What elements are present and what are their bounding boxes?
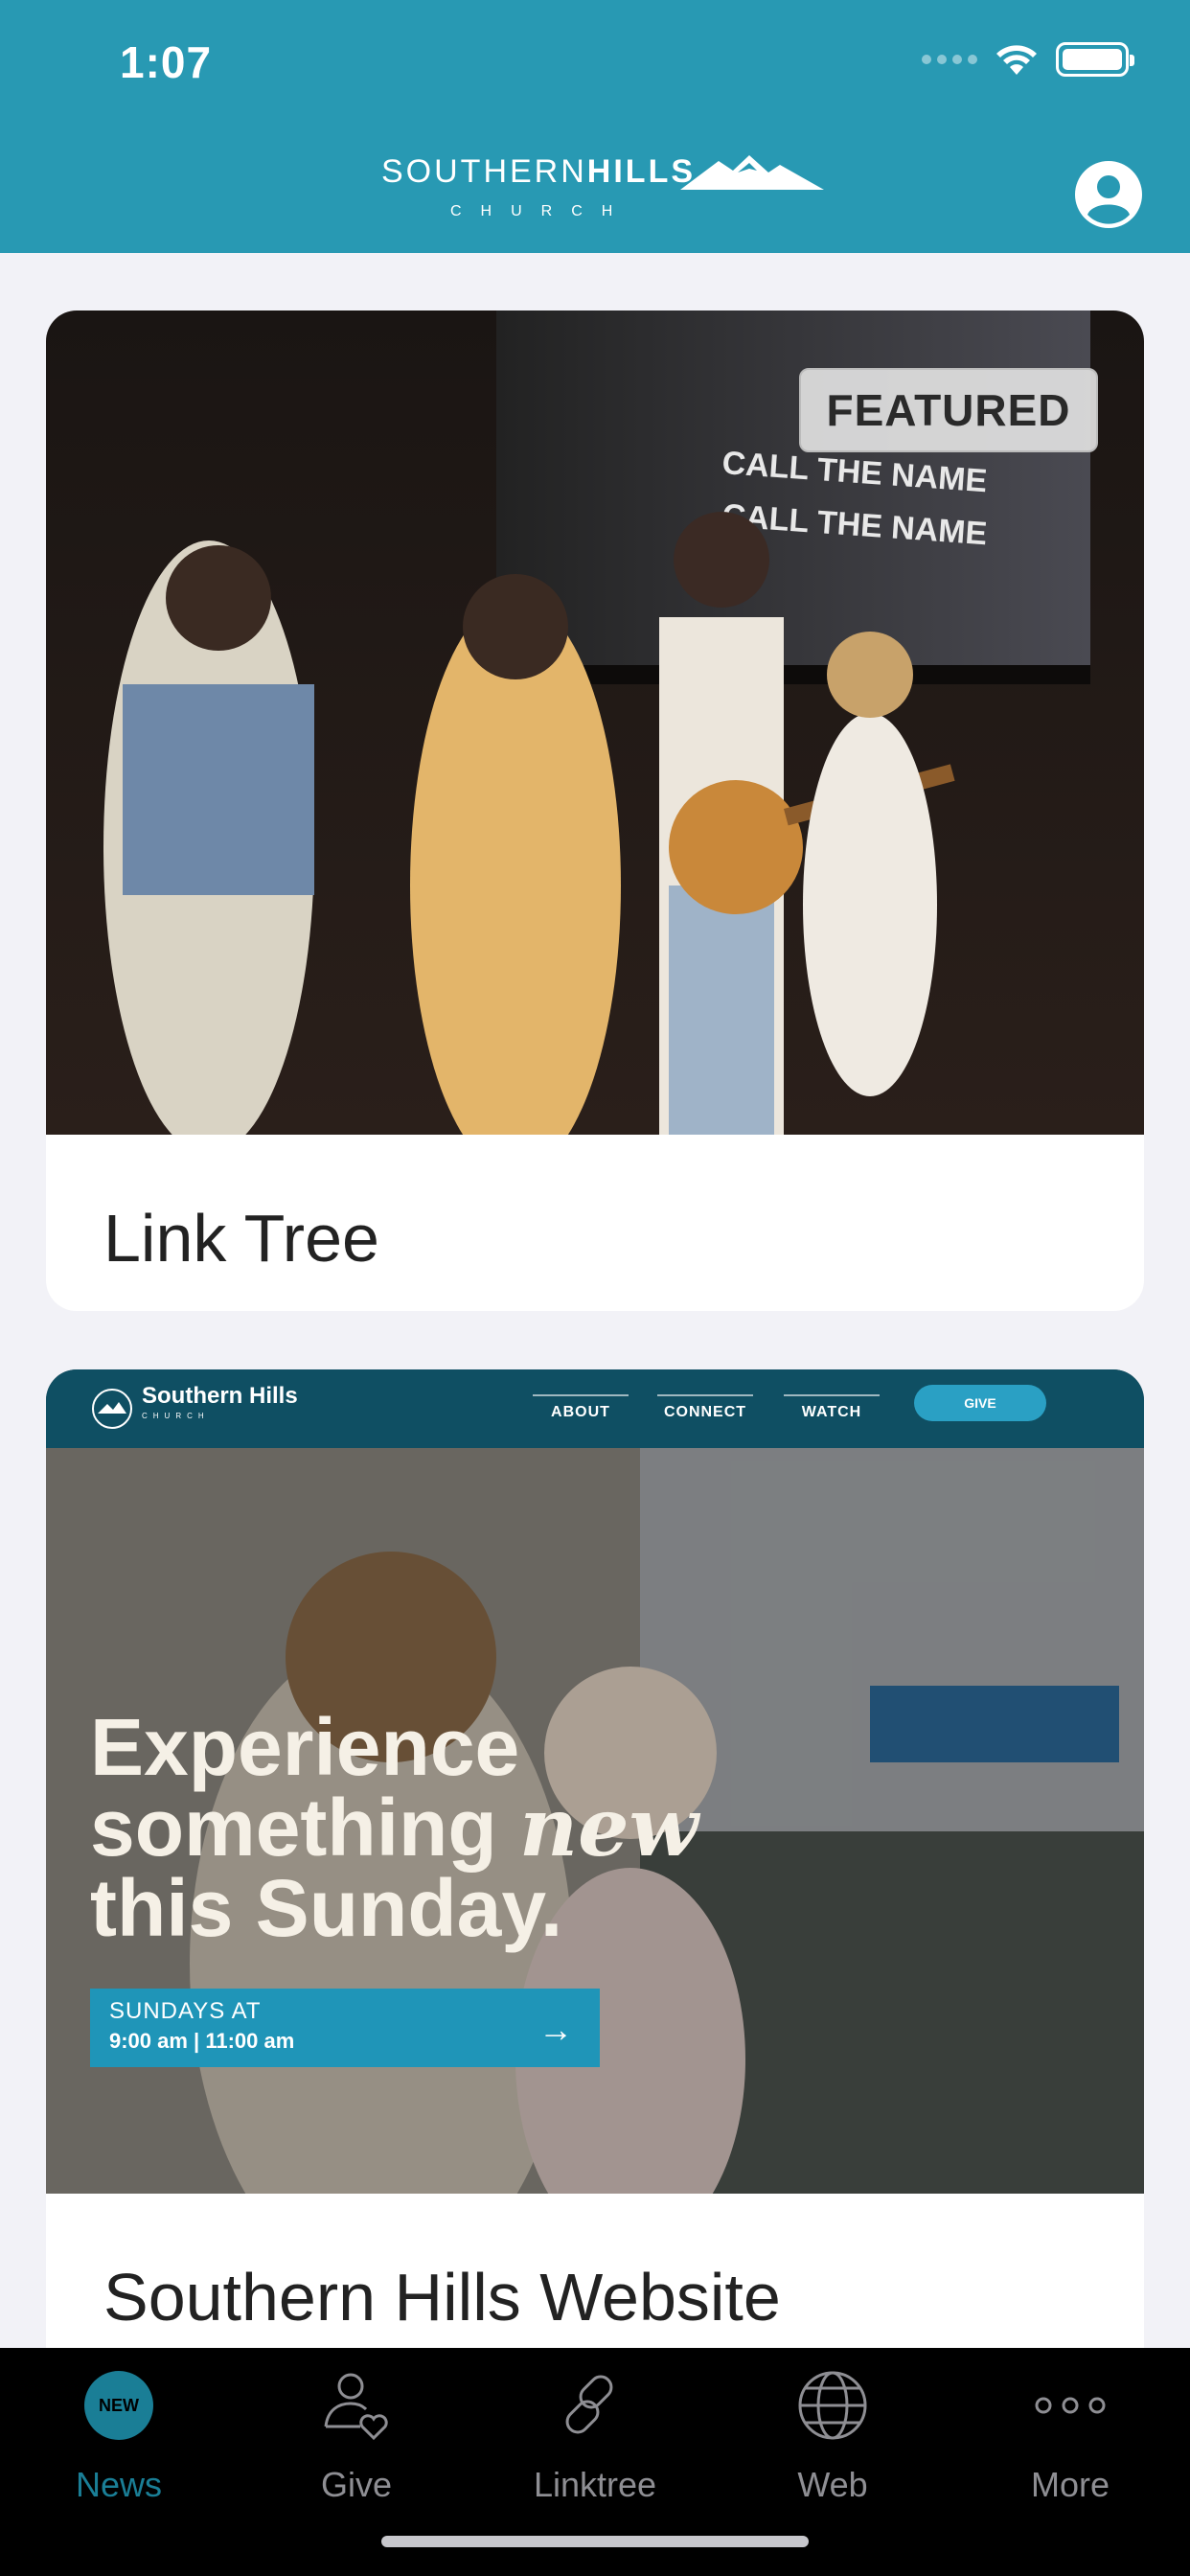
site-nav-connect: CONNECT [657, 1394, 753, 1421]
status-icons [922, 42, 1134, 77]
globe-icon [798, 2371, 867, 2440]
status-time: 1:07 [120, 37, 213, 87]
website-preview: Southern Hills CHURCH ABOUT CONNECT WATCH… [46, 1369, 1144, 2194]
tab-more[interactable]: More [974, 2361, 1166, 2505]
app-header: 1:07 SOUTHERNHILLS CHURCH [0, 0, 1190, 253]
card-title: Link Tree [103, 1201, 379, 1276]
site-nav-about: ABOUT [533, 1394, 629, 1421]
website-nav: Southern Hills CHURCH ABOUT CONNECT WATCH… [46, 1369, 1144, 1448]
tab-web[interactable]: Web [737, 2361, 928, 2505]
new-badge-icon: NEW [84, 2371, 153, 2440]
profile-button[interactable] [1075, 161, 1142, 228]
site-logo-icon [92, 1389, 132, 1429]
site-nav-watch: WATCH [784, 1394, 880, 1421]
battery-icon [1056, 42, 1134, 77]
signal-icon [922, 55, 977, 64]
card-title: Southern Hills Website [103, 2260, 781, 2334]
more-dots-icon [1035, 2397, 1106, 2414]
news-feed: CALL THE NAME CALL THE NAME FEATURED Lin… [0, 253, 1190, 2348]
featured-badge: FEATURED [799, 368, 1098, 452]
site-headline: Experience something new this Sunday. [90, 1702, 698, 1953]
tab-give[interactable]: Give [261, 2361, 452, 2505]
wifi-icon [996, 45, 1037, 75]
feed-card-link-tree[interactable]: CALL THE NAME CALL THE NAME FEATURED Lin… [46, 310, 1144, 1311]
user-icon [1077, 163, 1140, 226]
tab-linktree[interactable]: Linktree [499, 2361, 691, 2505]
link-icon [565, 2375, 613, 2434]
arrow-right-icon: → [538, 2010, 573, 2049]
feed-card-website[interactable]: Southern Hills CHURCH ABOUT CONNECT WATCH… [46, 1369, 1144, 2348]
home-indicator [381, 2536, 809, 2547]
service-times-banner: SUNDAYS AT 9:00 am | 11:00 am → [90, 1989, 600, 2067]
mountain-icon [680, 155, 824, 190]
site-give-button: GIVE [914, 1385, 1046, 1421]
site-brand: Southern Hills CHURCH [142, 1383, 298, 1420]
church-logo: SOUTHERNHILLS CHURCH [381, 153, 824, 226]
person-heart-icon [324, 2373, 388, 2441]
tab-news[interactable]: NEW News [23, 2361, 215, 2505]
